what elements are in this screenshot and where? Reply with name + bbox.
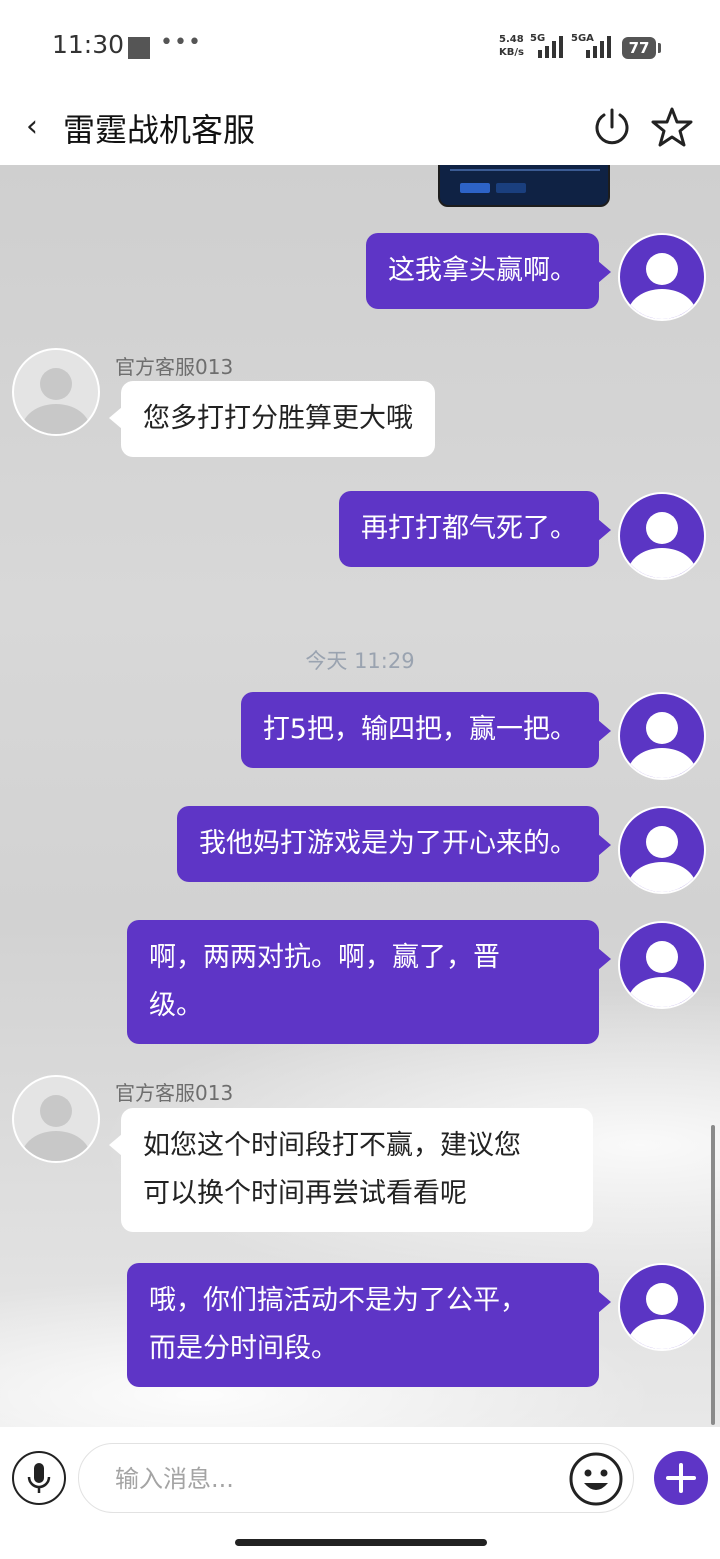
star-icon[interactable] <box>650 105 694 149</box>
add-attachment-button[interactable] <box>654 1451 708 1505</box>
timestamp-divider: 今天 11:29 <box>305 649 415 673</box>
back-button[interactable]: ‹ <box>26 109 38 144</box>
notification-icon <box>128 37 150 59</box>
input-bar <box>0 1427 720 1559</box>
message-bubble-sent[interactable]: 我他妈打游戏是为了开心来的。 <box>177 806 611 882</box>
net-speed-unit: KB/s <box>499 47 524 58</box>
message-text-line: 可以换个时间再尝试看看呢 <box>143 1178 467 1209</box>
message-input-container[interactable] <box>78 1443 634 1514</box>
message-bubble-received[interactable]: 您多打打分胜算更大哦 <box>109 381 435 457</box>
status-bar: 11:30 ••• 5.48 KB/s 5G 5GA 77 <box>0 0 720 95</box>
message-bubble-sent[interactable]: 再打打都气死了。 <box>339 491 611 567</box>
user-avatar[interactable] <box>618 692 706 780</box>
plus-icon <box>666 1463 696 1493</box>
message-text: 再打打都气死了。 <box>361 513 577 544</box>
message-text: 这我拿头赢啊。 <box>388 255 577 286</box>
user-avatar[interactable] <box>618 492 706 580</box>
signal-bars-2-icon <box>586 36 611 58</box>
user-avatar[interactable] <box>618 921 706 1009</box>
emoji-icon[interactable] <box>568 1451 624 1507</box>
message-bubble-sent[interactable]: 这我拿头赢啊。 <box>366 233 611 309</box>
voice-input-button[interactable] <box>12 1451 66 1505</box>
message-text-line: 如您这个时间段打不赢，建议您 <box>143 1130 521 1161</box>
user-avatar[interactable] <box>618 1263 706 1351</box>
scrollbar[interactable] <box>711 1125 715 1425</box>
status-time: 11:30 <box>52 30 125 59</box>
agent-avatar[interactable] <box>12 348 100 436</box>
signal-bars-icon <box>538 36 563 58</box>
message-bubble-sent[interactable]: 哦，你们搞活动不是为了公平， 而是分时间段。 <box>127 1263 611 1387</box>
sender-name: 官方客服013 <box>115 355 234 379</box>
message-text-line: 而是分时间段。 <box>149 1333 338 1364</box>
agent-avatar[interactable] <box>12 1075 100 1163</box>
page-title: 雷霆战机客服 <box>63 111 256 149</box>
more-notifications-icon: ••• <box>160 30 202 55</box>
message-text-line: 哦，你们搞活动不是为了公平， <box>149 1285 527 1316</box>
chat-header: ‹ 雷霆战机客服 <box>0 95 720 165</box>
message-text: 我他妈打游戏是为了开心来的。 <box>199 828 577 859</box>
message-bubble-sent[interactable]: 啊，两两对抗。啊，赢了，晋 级。 <box>127 920 611 1044</box>
chat-area[interactable]: 这我拿头赢啊。 官方客服013 您多打打分胜算更大哦 再打打都气死了。 今天 1… <box>0 165 720 1427</box>
image-message-thumbnail[interactable] <box>438 165 610 207</box>
message-text: 您多打打分胜算更大哦 <box>143 403 413 434</box>
message-input[interactable] <box>113 1444 557 1514</box>
home-indicator[interactable] <box>235 1539 487 1546</box>
message-text-line: 级。 <box>149 990 203 1021</box>
message-text-line: 啊，两两对抗。啊，赢了，晋 <box>149 942 500 973</box>
message-text: 打5把，输四把，赢一把。 <box>262 714 577 745</box>
user-avatar[interactable] <box>618 233 706 321</box>
user-avatar[interactable] <box>618 806 706 894</box>
network-speed: 5.48 KB/s <box>499 33 524 59</box>
message-bubble-sent[interactable]: 打5把，输四把，赢一把。 <box>240 692 612 768</box>
sender-name: 官方客服013 <box>115 1081 234 1105</box>
message-bubble-received[interactable]: 如您这个时间段打不赢，建议您 可以换个时间再尝试看看呢 <box>109 1108 593 1232</box>
battery-indicator: 77 <box>622 37 661 59</box>
microphone-icon <box>27 1463 51 1493</box>
power-icon[interactable] <box>590 105 634 149</box>
net-speed-value: 5.48 <box>499 34 524 45</box>
